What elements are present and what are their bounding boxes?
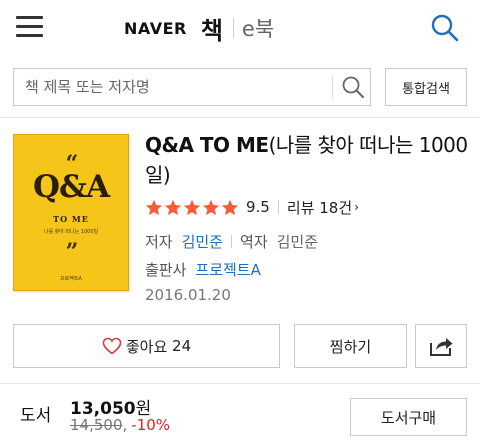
- price-divider: [0, 383, 480, 384]
- star-icon: [183, 199, 201, 215]
- cover-tagline: 나를 찾아 떠나는 1000일: [43, 229, 99, 235]
- review-link[interactable]: 리뷰 18건 ›: [287, 197, 359, 218]
- search-input[interactable]: [14, 69, 332, 105]
- discount-rate: -10%: [131, 416, 171, 434]
- top-header: NAVER 책 e북: [0, 0, 480, 56]
- original-price-suffix: ,: [122, 416, 128, 434]
- author-row: 저자 김민준 역자 김민준: [145, 231, 318, 251]
- star-icon: [221, 199, 239, 215]
- publisher-link[interactable]: 프로젝트A: [195, 259, 260, 280]
- author-link[interactable]: 김민준: [182, 231, 223, 252]
- translator-name: 김민준: [276, 232, 319, 251]
- buy-book-button[interactable]: 도서구매: [350, 398, 467, 436]
- original-price-row: 14,500, -10%: [70, 416, 170, 434]
- book-title: Q&A TO ME(나를 찾아 떠나는 1000일): [145, 130, 475, 190]
- heart-icon: [102, 337, 122, 355]
- cover-subtitle: TO ME: [53, 214, 89, 224]
- cover-publisher-mark: 프로젝트A: [60, 276, 82, 282]
- star-icon: [202, 199, 220, 215]
- header-divider: [0, 117, 480, 118]
- brand-divider: [232, 18, 234, 38]
- wishlist-button[interactable]: 찜하기: [294, 324, 407, 368]
- search-submit-icon[interactable]: [336, 71, 370, 103]
- star-icon: [145, 199, 163, 215]
- cover-title: Q&A: [32, 169, 110, 205]
- author-divider: [231, 234, 233, 248]
- rating-divider: [277, 200, 279, 214]
- star-icon: [164, 199, 182, 215]
- share-icon: [430, 338, 453, 356]
- ebook-service-tab[interactable]: e북: [242, 13, 274, 43]
- publisher-row: 출판사 프로젝트A: [145, 259, 261, 279]
- like-button[interactable]: 좋아요 24: [13, 324, 280, 368]
- like-count: 24: [172, 337, 192, 355]
- rating-score: 9.5: [246, 198, 270, 216]
- search-icon[interactable]: [430, 13, 460, 43]
- brand-logo[interactable]: NAVER 책 e북: [124, 11, 274, 46]
- publish-date: 2016.01.20: [145, 286, 231, 304]
- cover-quote-close: ”: [65, 239, 79, 265]
- chevron-right-icon: ›: [354, 200, 359, 214]
- integrated-search-button[interactable]: 통합검색: [385, 68, 467, 106]
- search-divider: [332, 75, 333, 99]
- like-label: 좋아요: [125, 337, 168, 356]
- share-button[interactable]: [415, 324, 467, 368]
- translator-label: 역자: [240, 232, 268, 251]
- original-price: 14,500: [70, 416, 123, 434]
- rating-row: 9.5 리뷰 18건 ›: [145, 196, 359, 218]
- hamburger-menu-icon[interactable]: [16, 14, 44, 40]
- book-cover-image[interactable]: “ Q&A TO ME 나를 찾아 떠나는 1000일 ” 프로젝트A: [13, 134, 129, 291]
- book-service-tab[interactable]: 책: [201, 11, 223, 46]
- review-count: 리뷰 18건: [286, 198, 353, 217]
- book-title-main: Q&A TO ME: [145, 133, 269, 157]
- publisher-label: 출판사: [145, 260, 187, 279]
- price-type-label: 도서: [20, 406, 52, 426]
- naver-logo-text: NAVER: [124, 18, 187, 38]
- author-label: 저자: [145, 232, 173, 251]
- rating-stars: [145, 199, 240, 216]
- search-bar: [13, 68, 371, 106]
